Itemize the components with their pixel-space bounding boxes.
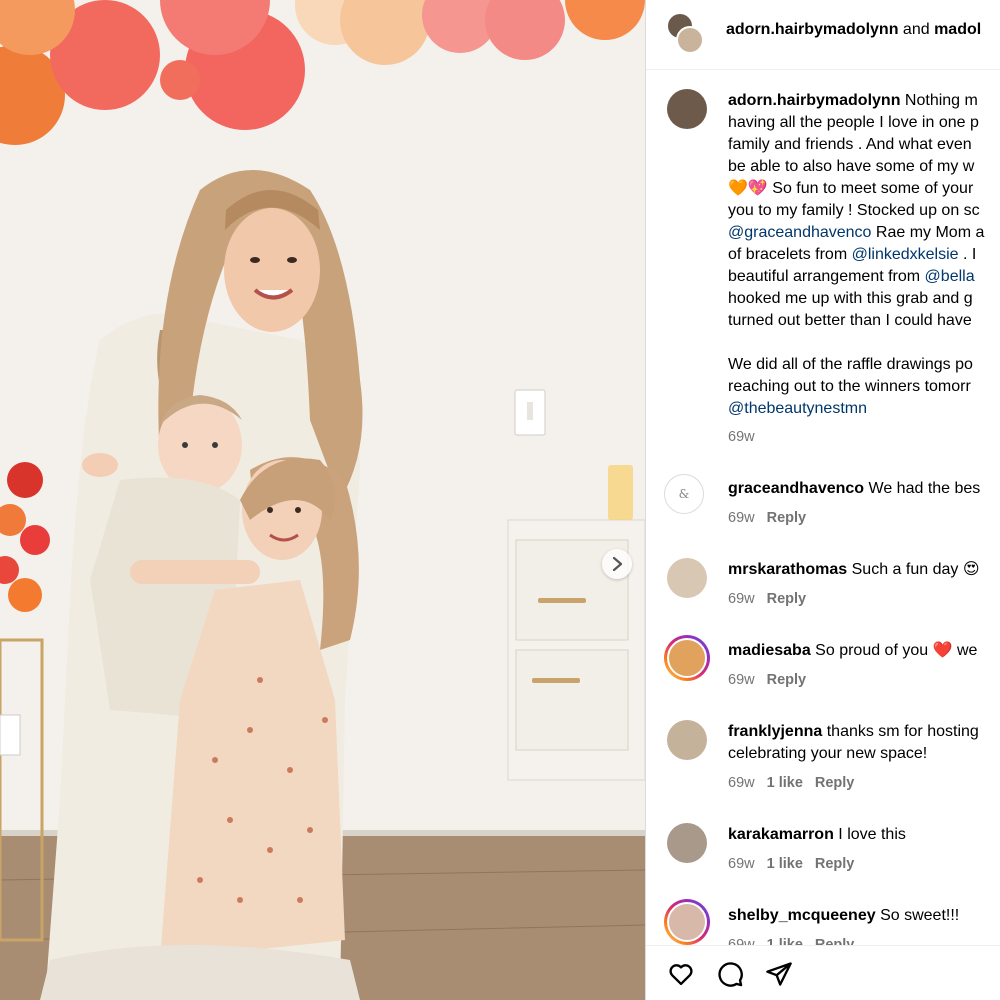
- comment-button[interactable]: [716, 960, 744, 988]
- comment-likes[interactable]: 1 like: [767, 775, 803, 791]
- comment-text: thanks sm for hosting: [826, 723, 979, 740]
- comment-text-continued: celebrating your new space!: [728, 745, 928, 762]
- comment: shelby_mcqueeney So sweet!!!: [728, 905, 959, 927]
- heart-emoji: 🧡💖: [728, 180, 768, 197]
- avatar[interactable]: [676, 26, 704, 54]
- caption-line: of bracelets from @linkedxkelsie . I: [728, 244, 1000, 266]
- mention-link[interactable]: @bella: [925, 268, 975, 285]
- comment-username[interactable]: mrskarathomas: [728, 561, 847, 578]
- comment-text: So proud of you ❤️ we: [815, 642, 978, 659]
- comment-meta: 69w Reply: [728, 510, 818, 526]
- caption-meta: 69w: [728, 429, 767, 445]
- mention-link[interactable]: @graceandhavenco: [728, 224, 871, 241]
- caption-text: . I: [958, 246, 977, 263]
- mention-link[interactable]: @thebeautynestmn: [728, 400, 867, 417]
- comment: mrskarathomas Such a fun day 😍: [728, 559, 980, 581]
- comment-meta: 69w 1 like Reply: [728, 775, 866, 791]
- reply-button[interactable]: Reply: [767, 672, 807, 688]
- caption-line: @thebeautynestmn: [728, 398, 1000, 420]
- reply-button[interactable]: Reply: [767, 510, 807, 526]
- comment: graceandhavenco We had the bes: [728, 478, 980, 500]
- comment-likes[interactable]: 1 like: [767, 856, 803, 872]
- comment-username[interactable]: graceandhavenco: [728, 480, 864, 497]
- post-details-panel: adorn.hairbymadolynn and madol adorn.hai…: [645, 0, 1000, 1000]
- post-actions-bar: [646, 945, 1000, 1000]
- post-header-title: adorn.hairbymadolynn and madol: [726, 21, 981, 39]
- chevron-right-icon: [612, 557, 623, 571]
- comment-text: Such a fun day 😍: [851, 561, 980, 578]
- comment-avatar-story[interactable]: [664, 899, 710, 945]
- comment-timestamp[interactable]: 69w: [728, 672, 755, 688]
- caption-text: of bracelets from: [728, 246, 852, 263]
- caption-text: beautiful arrangement from: [728, 268, 925, 285]
- comment-avatar[interactable]: [667, 558, 707, 598]
- caption-line: @graceandhavenco Rae my Mom a: [728, 222, 1000, 244]
- comment-meta: 69w 1 like Reply: [728, 856, 866, 872]
- caption-line: beautiful arrangement from @bella: [728, 266, 1000, 288]
- comment-meta: 69w Reply: [728, 672, 818, 688]
- reply-button[interactable]: Reply: [815, 856, 855, 872]
- comment-text: So sweet!!!: [880, 907, 960, 924]
- caption-line: reaching out to the winners tomorr: [728, 378, 971, 395]
- carousel-next-button[interactable]: [602, 549, 632, 579]
- reply-button[interactable]: Reply: [815, 775, 855, 791]
- comment-meta: 69w Reply: [728, 591, 818, 607]
- comment-timestamp[interactable]: 69w: [728, 775, 755, 791]
- comment-avatar[interactable]: [667, 720, 707, 760]
- like-button[interactable]: [667, 960, 695, 988]
- comment-timestamp[interactable]: 69w: [728, 856, 755, 872]
- comment-icon: [718, 962, 743, 987]
- comment-text: I love this: [838, 826, 906, 843]
- post-header: adorn.hairbymadolynn and madol: [646, 0, 1000, 70]
- header-joiner: and: [902, 21, 930, 38]
- post-photo: [0, 0, 645, 1000]
- share-button[interactable]: [765, 960, 793, 988]
- comment-text: We had the bes: [868, 480, 981, 497]
- caption-line: 🧡💖 So fun to meet some of your: [728, 178, 1000, 200]
- comment-timestamp[interactable]: 69w: [728, 510, 755, 526]
- comment-timestamp[interactable]: 69w: [728, 591, 755, 607]
- caption-line: turned out better than I could have: [728, 312, 972, 329]
- comment-username[interactable]: madiesaba: [728, 642, 811, 659]
- header-username-1[interactable]: adorn.hairbymadolynn: [726, 21, 898, 38]
- comment: madiesaba So proud of you ❤️ we: [728, 640, 977, 662]
- collab-avatars[interactable]: [666, 12, 706, 54]
- caption-line: you to my family ! Stocked up on sc: [728, 202, 980, 219]
- comment-avatar[interactable]: [667, 823, 707, 863]
- caption-line: family and friends . And what even: [728, 136, 972, 153]
- comment-username[interactable]: karakamarron: [728, 826, 834, 843]
- mention-link[interactable]: @linkedxkelsie: [852, 246, 959, 263]
- caption-username[interactable]: adorn.hairbymadolynn: [728, 92, 900, 109]
- caption-line: be able to also have some of my w: [728, 158, 975, 175]
- header-username-2[interactable]: madol: [934, 21, 981, 38]
- caption-text: Rae my Mom a: [871, 224, 985, 241]
- caption-timestamp[interactable]: 69w: [728, 429, 755, 445]
- caption-avatar[interactable]: [667, 89, 707, 129]
- caption-text: Nothing m: [904, 92, 978, 109]
- caption-line: having all the people I love in one p: [728, 114, 979, 131]
- comment-avatar[interactable]: &: [664, 474, 704, 514]
- caption-line: adorn.hairbymadolynn Nothing m: [728, 90, 1000, 112]
- comment-username[interactable]: franklyjenna: [728, 723, 822, 740]
- caption-text: So fun to meet some of your: [767, 180, 974, 197]
- comment-username[interactable]: shelby_mcqueeney: [728, 907, 876, 924]
- comment: karakamarron I love this: [728, 824, 906, 846]
- comment: franklyjenna thanks sm for hosting: [728, 721, 979, 743]
- photo-illustration: [0, 0, 645, 1000]
- heart-icon: [669, 964, 693, 986]
- caption-line: We did all of the raffle drawings po: [728, 356, 973, 373]
- comment-avatar-story[interactable]: [664, 635, 710, 681]
- brand-logo-icon: &: [678, 487, 690, 501]
- share-icon: [766, 962, 792, 986]
- caption-line: hooked me up with this grab and g: [728, 290, 973, 307]
- reply-button[interactable]: Reply: [767, 591, 807, 607]
